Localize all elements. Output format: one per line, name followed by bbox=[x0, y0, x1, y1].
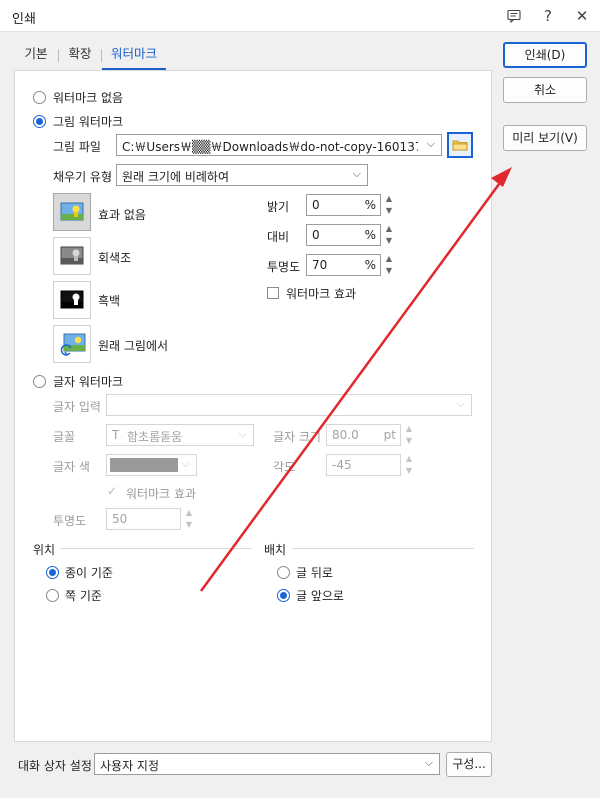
annotation-arrow bbox=[199, 167, 512, 592]
annotation-arrow-head bbox=[491, 167, 512, 187]
annotation-arrow-shaft bbox=[199, 179, 504, 592]
